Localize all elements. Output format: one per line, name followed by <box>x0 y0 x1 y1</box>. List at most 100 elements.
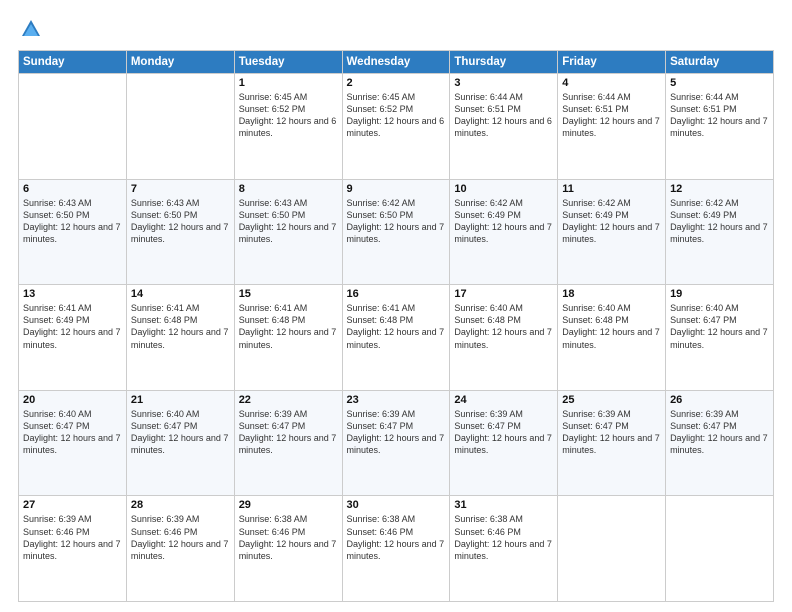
weekday-header-saturday: Saturday <box>666 51 774 74</box>
day-detail: Sunrise: 6:39 AM Sunset: 6:47 PM Dayligh… <box>562 408 661 457</box>
calendar-cell: 23 Sunrise: 6:39 AM Sunset: 6:47 PM Dayli… <box>342 390 450 496</box>
calendar-cell <box>19 74 127 180</box>
day-number: 7 <box>131 183 230 195</box>
day-number: 2 <box>347 77 446 89</box>
day-detail: Sunrise: 6:40 AM Sunset: 6:48 PM Dayligh… <box>562 302 661 351</box>
day-number: 31 <box>454 499 553 511</box>
day-number: 29 <box>239 499 338 511</box>
header <box>18 18 774 40</box>
calendar-cell: 11Sunrise: 6:42 AM Sunset: 6:49 PM Dayli… <box>558 179 666 285</box>
day-number: 28 <box>131 499 230 511</box>
calendar-cell: 22 Sunrise: 6:39 AM Sunset: 6:47 PM Dayli… <box>234 390 342 496</box>
day-detail: Sunrise: 6:41 AM Sunset: 6:48 PM Dayligh… <box>239 302 338 351</box>
week-row-4: 20 Sunrise: 6:40 AM Sunset: 6:47 PM Dayli… <box>19 390 774 496</box>
logo-icon <box>20 18 42 40</box>
calendar-cell: 10Sunrise: 6:42 AM Sunset: 6:49 PM Dayli… <box>450 179 558 285</box>
day-detail: Sunrise: 6:45 AM Sunset: 6:52 PM Dayligh… <box>239 91 338 140</box>
day-detail: Sunrise: 6:43 AM Sunset: 6:50 PM Dayligh… <box>131 197 230 246</box>
day-number: 12 <box>670 183 769 195</box>
weekday-header-sunday: Sunday <box>19 51 127 74</box>
day-detail: Sunrise: 6:44 AM Sunset: 6:51 PM Dayligh… <box>562 91 661 140</box>
calendar-cell: 13 Sunrise: 6:41 AM Sunset: 6:49 PM Dayli… <box>19 285 127 391</box>
calendar-cell: 15 Sunrise: 6:41 AM Sunset: 6:48 PM Dayli… <box>234 285 342 391</box>
day-number: 18 <box>562 288 661 300</box>
day-detail: Sunrise: 6:41 AM Sunset: 6:48 PM Dayligh… <box>131 302 230 351</box>
calendar-cell: 17Sunrise: 6:40 AM Sunset: 6:48 PM Dayli… <box>450 285 558 391</box>
calendar-cell: 16Sunrise: 6:41 AM Sunset: 6:48 PM Dayli… <box>342 285 450 391</box>
calendar-cell: 21 Sunrise: 6:40 AM Sunset: 6:47 PM Dayli… <box>126 390 234 496</box>
calendar-cell: 6 Sunrise: 6:43 AM Sunset: 6:50 PM Daylig… <box>19 179 127 285</box>
calendar-cell: 27 Sunrise: 6:39 AM Sunset: 6:46 PM Dayli… <box>19 496 127 602</box>
day-detail: Sunrise: 6:40 AM Sunset: 6:48 PM Dayligh… <box>454 302 553 351</box>
calendar-cell <box>666 496 774 602</box>
calendar-cell: 19Sunrise: 6:40 AM Sunset: 6:47 PM Dayli… <box>666 285 774 391</box>
calendar-cell: 12Sunrise: 6:42 AM Sunset: 6:49 PM Dayli… <box>666 179 774 285</box>
day-detail: Sunrise: 6:38 AM Sunset: 6:46 PM Dayligh… <box>454 513 553 562</box>
calendar-cell: 30 Sunrise: 6:38 AM Sunset: 6:46 PM Dayli… <box>342 496 450 602</box>
day-detail: Sunrise: 6:42 AM Sunset: 6:49 PM Dayligh… <box>454 197 553 246</box>
calendar-cell: 20 Sunrise: 6:40 AM Sunset: 6:47 PM Dayli… <box>19 390 127 496</box>
day-number: 25 <box>562 394 661 406</box>
day-number: 30 <box>347 499 446 511</box>
day-detail: Sunrise: 6:45 AM Sunset: 6:52 PM Dayligh… <box>347 91 446 140</box>
day-number: 26 <box>670 394 769 406</box>
calendar-cell: 29 Sunrise: 6:38 AM Sunset: 6:46 PM Dayli… <box>234 496 342 602</box>
day-number: 27 <box>23 499 122 511</box>
calendar-cell: 4 Sunrise: 6:44 AM Sunset: 6:51 PM Daylig… <box>558 74 666 180</box>
weekday-header-wednesday: Wednesday <box>342 51 450 74</box>
weekday-header-thursday: Thursday <box>450 51 558 74</box>
day-detail: Sunrise: 6:38 AM Sunset: 6:46 PM Dayligh… <box>239 513 338 562</box>
calendar-cell: 3 Sunrise: 6:44 AM Sunset: 6:51 PM Daylig… <box>450 74 558 180</box>
day-number: 9 <box>347 183 446 195</box>
day-detail: Sunrise: 6:43 AM Sunset: 6:50 PM Dayligh… <box>23 197 122 246</box>
day-detail: Sunrise: 6:38 AM Sunset: 6:46 PM Dayligh… <box>347 513 446 562</box>
calendar-cell: 28 Sunrise: 6:39 AM Sunset: 6:46 PM Dayli… <box>126 496 234 602</box>
calendar-cell: 2 Sunrise: 6:45 AM Sunset: 6:52 PM Daylig… <box>342 74 450 180</box>
day-number: 21 <box>131 394 230 406</box>
day-detail: Sunrise: 6:39 AM Sunset: 6:46 PM Dayligh… <box>23 513 122 562</box>
day-number: 19 <box>670 288 769 300</box>
calendar-cell: 25 Sunrise: 6:39 AM Sunset: 6:47 PM Dayli… <box>558 390 666 496</box>
day-number: 23 <box>347 394 446 406</box>
day-detail: Sunrise: 6:44 AM Sunset: 6:51 PM Dayligh… <box>454 91 553 140</box>
day-detail: Sunrise: 6:39 AM Sunset: 6:46 PM Dayligh… <box>131 513 230 562</box>
weekday-header-friday: Friday <box>558 51 666 74</box>
calendar-cell <box>126 74 234 180</box>
day-number: 13 <box>23 288 122 300</box>
day-number: 3 <box>454 77 553 89</box>
calendar-table: SundayMondayTuesdayWednesdayThursdayFrid… <box>18 50 774 602</box>
day-detail: Sunrise: 6:39 AM Sunset: 6:47 PM Dayligh… <box>239 408 338 457</box>
calendar-cell: 7 Sunrise: 6:43 AM Sunset: 6:50 PM Daylig… <box>126 179 234 285</box>
calendar-cell: 8 Sunrise: 6:43 AM Sunset: 6:50 PM Daylig… <box>234 179 342 285</box>
day-number: 8 <box>239 183 338 195</box>
day-number: 20 <box>23 394 122 406</box>
weekday-header-tuesday: Tuesday <box>234 51 342 74</box>
day-number: 4 <box>562 77 661 89</box>
calendar-cell: 5 Sunrise: 6:44 AM Sunset: 6:51 PM Daylig… <box>666 74 774 180</box>
calendar-cell: 31 Sunrise: 6:38 AM Sunset: 6:46 PM Dayli… <box>450 496 558 602</box>
day-detail: Sunrise: 6:39 AM Sunset: 6:47 PM Dayligh… <box>670 408 769 457</box>
calendar-cell: 24 Sunrise: 6:39 AM Sunset: 6:47 PM Dayli… <box>450 390 558 496</box>
week-row-1: 1 Sunrise: 6:45 AM Sunset: 6:52 PM Daylig… <box>19 74 774 180</box>
day-number: 15 <box>239 288 338 300</box>
day-detail: Sunrise: 6:39 AM Sunset: 6:47 PM Dayligh… <box>454 408 553 457</box>
day-number: 22 <box>239 394 338 406</box>
day-number: 14 <box>131 288 230 300</box>
day-detail: Sunrise: 6:40 AM Sunset: 6:47 PM Dayligh… <box>131 408 230 457</box>
day-detail: Sunrise: 6:44 AM Sunset: 6:51 PM Dayligh… <box>670 91 769 140</box>
day-number: 1 <box>239 77 338 89</box>
day-detail: Sunrise: 6:40 AM Sunset: 6:47 PM Dayligh… <box>23 408 122 457</box>
day-detail: Sunrise: 6:43 AM Sunset: 6:50 PM Dayligh… <box>239 197 338 246</box>
day-detail: Sunrise: 6:41 AM Sunset: 6:49 PM Dayligh… <box>23 302 122 351</box>
day-number: 6 <box>23 183 122 195</box>
day-number: 24 <box>454 394 553 406</box>
day-number: 5 <box>670 77 769 89</box>
day-detail: Sunrise: 6:42 AM Sunset: 6:49 PM Dayligh… <box>562 197 661 246</box>
calendar-cell: 9Sunrise: 6:42 AM Sunset: 6:50 PM Daylig… <box>342 179 450 285</box>
day-detail: Sunrise: 6:39 AM Sunset: 6:47 PM Dayligh… <box>347 408 446 457</box>
calendar-cell: 1 Sunrise: 6:45 AM Sunset: 6:52 PM Daylig… <box>234 74 342 180</box>
calendar-cell: 18 Sunrise: 6:40 AM Sunset: 6:48 PM Dayli… <box>558 285 666 391</box>
page: SundayMondayTuesdayWednesdayThursdayFrid… <box>0 0 792 612</box>
logo <box>18 18 42 40</box>
weekday-header-monday: Monday <box>126 51 234 74</box>
